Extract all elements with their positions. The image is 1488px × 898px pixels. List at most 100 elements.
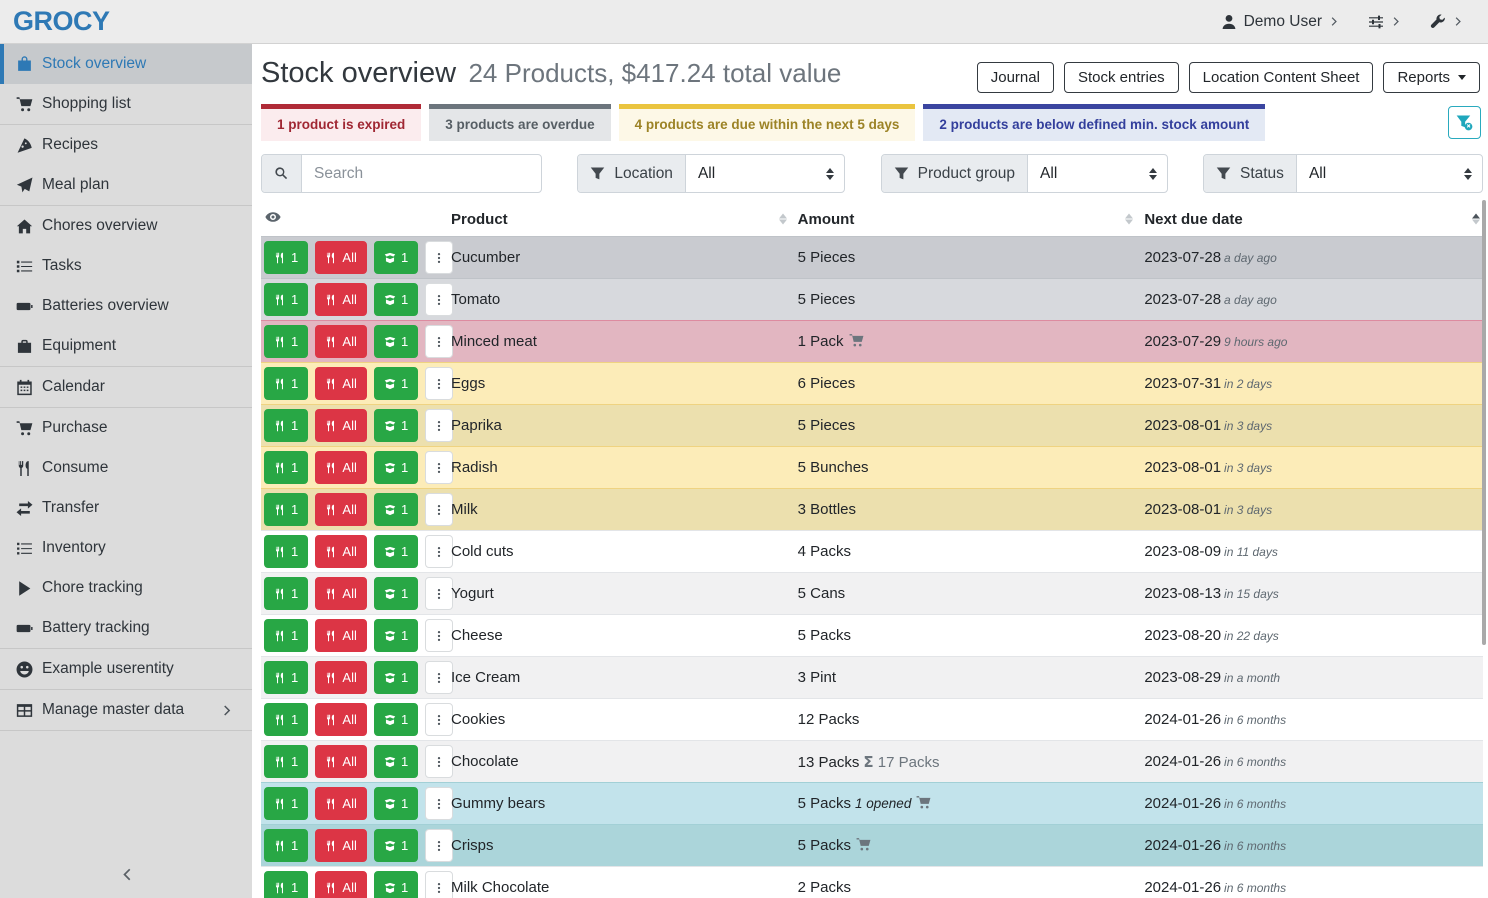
sidebar-item-meal-plan[interactable]: Meal plan [0,165,252,205]
row-menu-button[interactable] [425,535,453,568]
grocy-logo[interactable]: GROCY [13,6,110,37]
open-one-button[interactable]: 1 [374,619,418,652]
table-row[interactable]: 1 All 1 Milk Chocolate 2 PacksΣ 2024-01-… [261,867,1483,898]
consume-all-button[interactable]: All [315,493,366,526]
table-row[interactable]: 1 All 1 Eggs 6 PiecesΣ 2023-07-31in 2 da… [261,363,1483,405]
open-one-button[interactable]: 1 [374,829,418,862]
consume-one-button[interactable]: 1 [264,619,308,652]
admin-menu[interactable] [1430,14,1464,30]
sidebar-item-chores-overview[interactable]: Chores overview [0,206,252,246]
row-menu-button[interactable] [425,451,453,484]
consume-one-button[interactable]: 1 [264,829,308,862]
journal-button[interactable]: Journal [977,62,1054,93]
consume-all-button[interactable]: All [315,325,366,358]
sidebar-item-tasks[interactable]: Tasks [0,246,252,286]
open-one-button[interactable]: 1 [374,367,418,400]
consume-all-button[interactable]: All [315,409,366,442]
table-row[interactable]: 1 All 1 Cheese 5 PacksΣ 2023-08-20in 22 … [261,615,1483,657]
user-menu[interactable]: Demo User [1221,13,1340,31]
open-one-button[interactable]: 1 [374,703,418,736]
consume-all-button[interactable]: All [315,535,366,568]
open-one-button[interactable]: 1 [374,535,418,568]
status-select[interactable]: All [1297,155,1482,192]
table-row[interactable]: 1 All 1 Minced meat 1 PackΣ 2023-07-299 … [261,321,1483,363]
column-visibility-header[interactable] [261,202,443,237]
consume-one-button[interactable]: 1 [264,787,308,820]
consume-one-button[interactable]: 1 [264,535,308,568]
table-row[interactable]: 1 All 1 Yogurt 5 CansΣ 2023-08-13in 15 d… [261,573,1483,615]
table-row[interactable]: 1 All 1 Chocolate 13 PacksΣ 17 Packs 202… [261,741,1483,783]
row-menu-button[interactable] [425,283,453,316]
sidebar-item-recipes[interactable]: Recipes [0,125,252,165]
consume-one-button[interactable]: 1 [264,577,308,610]
sidebar-item-equipment[interactable]: Equipment [0,326,252,366]
row-menu-button[interactable] [425,577,453,610]
sidebar-item-transfer[interactable]: Transfer [0,488,252,528]
sidebar-item-consume[interactable]: Consume [0,448,252,488]
row-menu-button[interactable] [425,703,453,736]
product-group-select[interactable]: All [1028,155,1167,192]
consume-all-button[interactable]: All [315,619,366,652]
row-menu-button[interactable] [425,829,453,862]
location-select[interactable]: All [686,155,844,192]
consume-one-button[interactable]: 1 [264,367,308,400]
table-row[interactable]: 1 All 1 Crisps 5 PacksΣ 2024-01-26in 6 m… [261,825,1483,867]
table-row[interactable]: 1 All 1 Paprika 5 PiecesΣ 2023-08-01in 3… [261,405,1483,447]
sidebar-item-example-userentity[interactable]: Example userentity [0,649,252,689]
open-one-button[interactable]: 1 [374,409,418,442]
consume-one-button[interactable]: 1 [264,493,308,526]
banner-expired[interactable]: 1 product is expired [261,104,421,141]
open-one-button[interactable]: 1 [374,451,418,484]
vertical-scrollbar[interactable] [1482,200,1486,645]
consume-all-button[interactable]: All [315,703,366,736]
sidebar-item-stock-overview[interactable]: Stock overview [0,44,252,84]
sidebar-item-batteries-overview[interactable]: Batteries overview [0,286,252,326]
row-menu-button[interactable] [425,493,453,526]
table-row[interactable]: 1 All 1 Milk 3 BottlesΣ 2023-08-01in 3 d… [261,489,1483,531]
sidebar-collapse-button[interactable] [0,856,252,892]
stock-entries-button[interactable]: Stock entries [1064,62,1179,93]
column-header-amount[interactable]: Amount [790,202,1137,237]
open-one-button[interactable]: 1 [374,577,418,610]
open-one-button[interactable]: 1 [374,283,418,316]
consume-all-button[interactable]: All [315,577,366,610]
table-row[interactable]: 1 All 1 Tomato 5 PiecesΣ 2023-07-28a day… [261,279,1483,321]
consume-all-button[interactable]: All [315,283,366,316]
consume-all-button[interactable]: All [315,871,366,898]
row-menu-button[interactable] [425,241,453,274]
open-one-button[interactable]: 1 [374,241,418,274]
row-menu-button[interactable] [425,367,453,400]
consume-one-button[interactable]: 1 [264,745,308,778]
consume-one-button[interactable]: 1 [264,325,308,358]
sidebar-item-calendar[interactable]: Calendar [0,367,252,407]
banner-due-soon[interactable]: 4 products are due within the next 5 day… [619,104,916,141]
consume-all-button[interactable]: All [315,451,366,484]
sidebar-item-battery-tracking[interactable]: Battery tracking [0,608,252,648]
reports-dropdown-button[interactable]: Reports [1383,62,1480,93]
consume-all-button[interactable]: All [315,787,366,820]
banner-below-min-stock[interactable]: 2 products are below defined min. stock … [923,104,1265,141]
open-one-button[interactable]: 1 [374,325,418,358]
row-menu-button[interactable] [425,745,453,778]
sidebar-item-inventory[interactable]: Inventory [0,528,252,568]
row-menu-button[interactable] [425,619,453,652]
consume-one-button[interactable]: 1 [264,661,308,694]
open-one-button[interactable]: 1 [374,787,418,820]
clear-filter-button[interactable] [1448,106,1481,139]
consume-one-button[interactable]: 1 [264,703,308,736]
open-one-button[interactable]: 1 [374,661,418,694]
open-one-button[interactable]: 1 [374,871,418,898]
sidebar-item-chore-tracking[interactable]: Chore tracking [0,568,252,608]
location-content-sheet-button[interactable]: Location Content Sheet [1189,62,1374,93]
consume-all-button[interactable]: All [315,829,366,862]
consume-all-button[interactable]: All [315,367,366,400]
row-menu-button[interactable] [425,409,453,442]
consume-all-button[interactable]: All [315,241,366,274]
consume-one-button[interactable]: 1 [264,409,308,442]
table-row[interactable]: 1 All 1 Gummy bears 5 PacksΣ 1 opened 20… [261,783,1483,825]
table-row[interactable]: 1 All 1 Radish 5 BunchesΣ 2023-08-01in 3… [261,447,1483,489]
sidebar-item-manage-master-data[interactable]: Manage master data [0,690,252,730]
row-menu-button[interactable] [425,871,453,898]
consume-one-button[interactable]: 1 [264,451,308,484]
column-header-product[interactable]: Product [443,202,790,237]
